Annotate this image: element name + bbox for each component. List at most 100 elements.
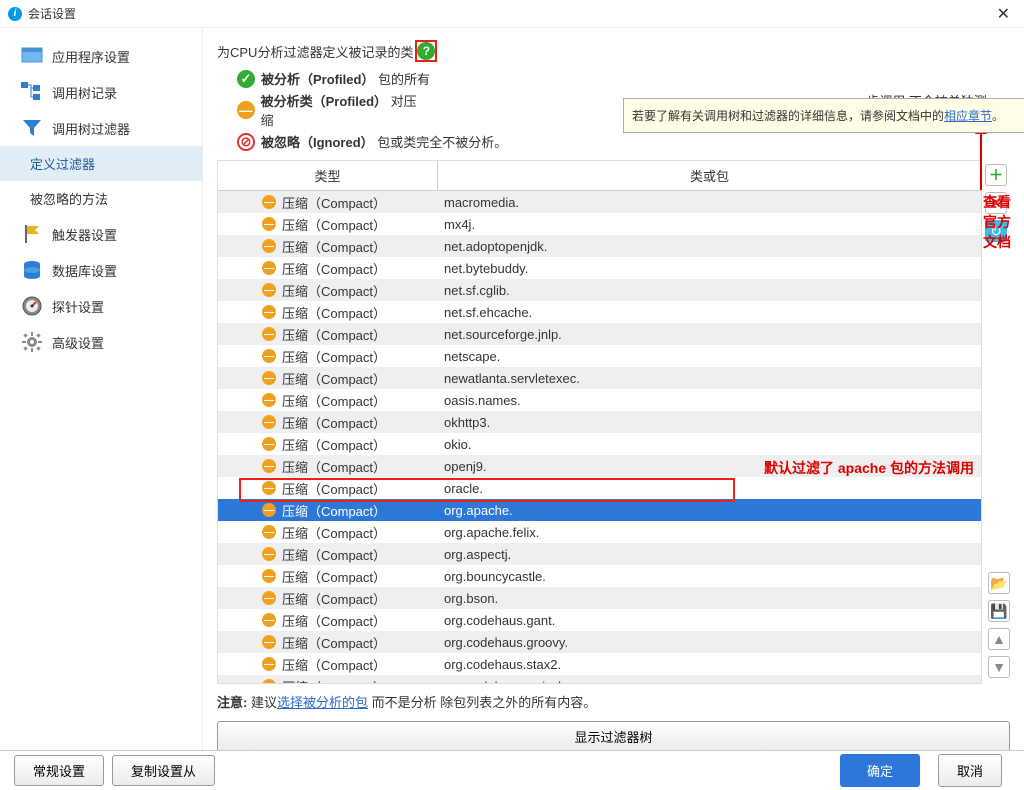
show-filter-tree-button[interactable]: 显示过滤器树 — [217, 721, 1010, 750]
table-row[interactable]: —压缩（Compact）oasis.names. — [218, 389, 981, 411]
move-down-button[interactable]: ▼ — [988, 656, 1010, 678]
ok-button[interactable]: 确定 — [840, 754, 920, 787]
add-button[interactable]: ＋ — [985, 164, 1007, 186]
table-row[interactable]: —压缩（Compact）okhttp3. — [218, 411, 981, 433]
compact-icon: — — [262, 525, 276, 539]
sidebar-item-label: 调用树记录 — [52, 83, 117, 102]
titlebar: i 会话设置 ✕ — [0, 0, 1024, 28]
sidebar-item-0[interactable]: 应用程序设置 — [0, 38, 202, 74]
footer: 常规设置 复制设置从 确定 取消 — [0, 750, 1024, 790]
table-row[interactable]: —压缩（Compact）org.codehaus.swizzle. — [218, 675, 981, 684]
close-icon[interactable]: ✕ — [991, 4, 1016, 24]
flag-icon — [20, 224, 44, 244]
open-button[interactable]: 📂 — [988, 572, 1010, 594]
copy-settings-button[interactable]: 复制设置从 — [112, 755, 215, 786]
table-row[interactable]: —压缩（Compact）net.adoptopenjdk. — [218, 235, 981, 257]
filter-icon — [20, 118, 44, 138]
db-icon — [20, 260, 44, 280]
move-up-button[interactable]: ▲ — [988, 628, 1010, 650]
sidebar-item-label: 高级设置 — [52, 333, 104, 352]
compact-icon: — — [262, 393, 276, 407]
table-row[interactable]: —压缩（Compact）newatlanta.servletexec. — [218, 367, 981, 389]
sidebar-item-label: 被忽略的方法 — [30, 189, 108, 208]
table-row[interactable]: —压缩（Compact）mx4j. — [218, 213, 981, 235]
table-row[interactable]: —压缩（Compact）org.codehaus.gant. — [218, 609, 981, 631]
compact-icon: — — [262, 437, 276, 451]
table-row[interactable]: —压缩（Compact）net.bytebuddy. — [218, 257, 981, 279]
save-button[interactable]: 💾 — [988, 600, 1010, 622]
sidebar-item-1[interactable]: 调用树记录 — [0, 74, 202, 110]
content: 为CPU分析过滤器定义被记录的类 ? ✓被分析（Profiled） 包的所有 —… — [203, 28, 1024, 750]
compact-icon: — — [262, 569, 276, 583]
gear-icon — [20, 332, 44, 352]
app-icon — [20, 46, 44, 66]
compact-icon: — — [262, 679, 276, 684]
window-title: 会话设置 — [28, 5, 76, 22]
annotation-doc: 查看官方文档 — [983, 192, 1024, 252]
compact-icon: — — [262, 503, 276, 517]
help-tooltip: 若要了解有关调用树和过滤器的详细信息，请参阅文档中的相应章节。 ✕ — [623, 98, 1024, 133]
general-settings-button[interactable]: 常规设置 — [14, 755, 104, 786]
doc-link[interactable]: 相应章节 — [944, 109, 992, 123]
sidebar-item-3[interactable]: 定义过滤器 — [0, 146, 202, 181]
table-row[interactable]: —压缩（Compact）net.sf.cglib. — [218, 279, 981, 301]
compact-icon: — — [262, 261, 276, 275]
sidebar-item-7[interactable]: 探针设置 — [0, 288, 202, 324]
analyzed-pkg-link[interactable]: 选择被分析的包 — [277, 695, 368, 710]
compact-icon: — — [262, 217, 276, 231]
compact-icon: — — [262, 327, 276, 341]
compact-icon: — — [262, 635, 276, 649]
compact-icon: — — [262, 195, 276, 209]
table-row[interactable]: —压缩（Compact）netscape. — [218, 345, 981, 367]
table-row[interactable]: —压缩（Compact）org.bson. — [218, 587, 981, 609]
table-row[interactable]: —压缩（Compact）org.codehaus.groovy. — [218, 631, 981, 653]
table-row[interactable]: —压缩（Compact）net.sf.ehcache. — [218, 301, 981, 323]
ignore-icon: ⊘ — [237, 133, 255, 151]
table-row[interactable]: —压缩（Compact）okio. — [218, 433, 981, 455]
compact-icon: — — [237, 101, 255, 119]
table-row[interactable]: —压缩（Compact）org.apache.felix. — [218, 521, 981, 543]
compact-icon: — — [262, 415, 276, 429]
sidebar-item-8[interactable]: 高级设置 — [0, 324, 202, 360]
sidebar-item-6[interactable]: 数据库设置 — [0, 252, 202, 288]
table-row[interactable]: —压缩（Compact）net.sourceforge.jnlp. — [218, 323, 981, 345]
compact-icon: — — [262, 591, 276, 605]
compact-icon: — — [262, 371, 276, 385]
compact-icon: — — [262, 305, 276, 319]
table-row[interactable]: —压缩（Compact）org.codehaus.stax2. — [218, 653, 981, 675]
compact-icon: — — [262, 239, 276, 253]
sidebar: 应用程序设置调用树记录调用树过滤器定义过滤器被忽略的方法触发器设置数据库设置探针… — [0, 28, 203, 750]
sidebar-item-label: 应用程序设置 — [52, 47, 130, 66]
col-type[interactable]: 类型 — [218, 161, 438, 190]
col-pkg[interactable]: 类或包 — [438, 161, 981, 190]
compact-icon: — — [262, 459, 276, 473]
help-icon[interactable]: ? — [417, 42, 435, 60]
app-icon: i — [8, 7, 22, 21]
sidebar-item-label: 定义过滤器 — [30, 154, 95, 173]
table-row[interactable]: —压缩（Compact）macromedia. — [218, 191, 981, 213]
compact-icon: — — [262, 349, 276, 363]
compact-icon: — — [262, 481, 276, 495]
tree-icon — [20, 82, 44, 102]
annotation-apache: 默认过滤了 apache 包的方法调用 — [764, 458, 974, 478]
probe-icon — [20, 296, 44, 316]
table-row[interactable]: —压缩（Compact）org.bouncycastle. — [218, 565, 981, 587]
compact-icon: — — [262, 283, 276, 297]
compact-icon: — — [262, 657, 276, 671]
sidebar-item-label: 探针设置 — [52, 297, 104, 316]
sidebar-item-label: 触发器设置 — [52, 225, 117, 244]
cancel-button[interactable]: 取消 — [938, 754, 1002, 787]
note-text: 注意: 建议选择被分析的包 而不是分析 除包列表之外的所有内容。 — [217, 692, 1010, 711]
table-row[interactable]: —压缩（Compact）org.aspectj. — [218, 543, 981, 565]
sidebar-item-label: 调用树过滤器 — [52, 119, 130, 138]
sidebar-item-5[interactable]: 触发器设置 — [0, 216, 202, 252]
table-row[interactable]: —压缩（Compact）org.apache. — [218, 499, 981, 521]
sidebar-item-2[interactable]: 调用树过滤器 — [0, 110, 202, 146]
check-icon: ✓ — [237, 70, 255, 88]
filter-table[interactable]: 类型 类或包 —压缩（Compact）macromedia.—压缩（Compac… — [217, 160, 982, 684]
sidebar-item-4[interactable]: 被忽略的方法 — [0, 181, 202, 216]
table-row[interactable]: —压缩（Compact）oracle. — [218, 477, 981, 499]
sidebar-item-label: 数据库设置 — [52, 261, 117, 280]
content-description: 为CPU分析过滤器定义被记录的类 — [217, 42, 413, 61]
compact-icon: — — [262, 613, 276, 627]
